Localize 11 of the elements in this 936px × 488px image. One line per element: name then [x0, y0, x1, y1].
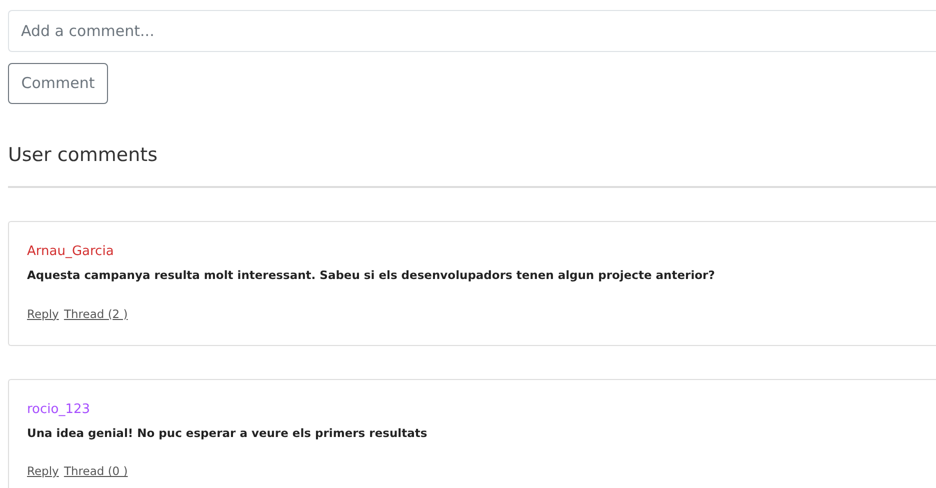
comment-text: Una idea genial! No puc esperar a veure els primers resultats [27, 425, 428, 442]
comment-author: rocio_123 [27, 400, 92, 419]
reply-link[interactable]: Reply [27, 306, 59, 321]
comment-author: Arnau_Garcia [27, 242, 115, 261]
comment-button[interactable]: Comment [8, 63, 108, 104]
section-title: User comments [8, 144, 159, 167]
reply-link[interactable]: Reply [27, 464, 59, 478]
comment-input[interactable]: Add a comment... [8, 10, 936, 52]
thread-link[interactable]: Thread (0 ) [64, 464, 128, 478]
comment-text: Aquesta campanya resulta molt interessant. Sabeu si els desenvolupadors tenen algun projecte anterior? [27, 267, 716, 284]
thread-link[interactable]: Thread (2 ) [64, 306, 128, 321]
